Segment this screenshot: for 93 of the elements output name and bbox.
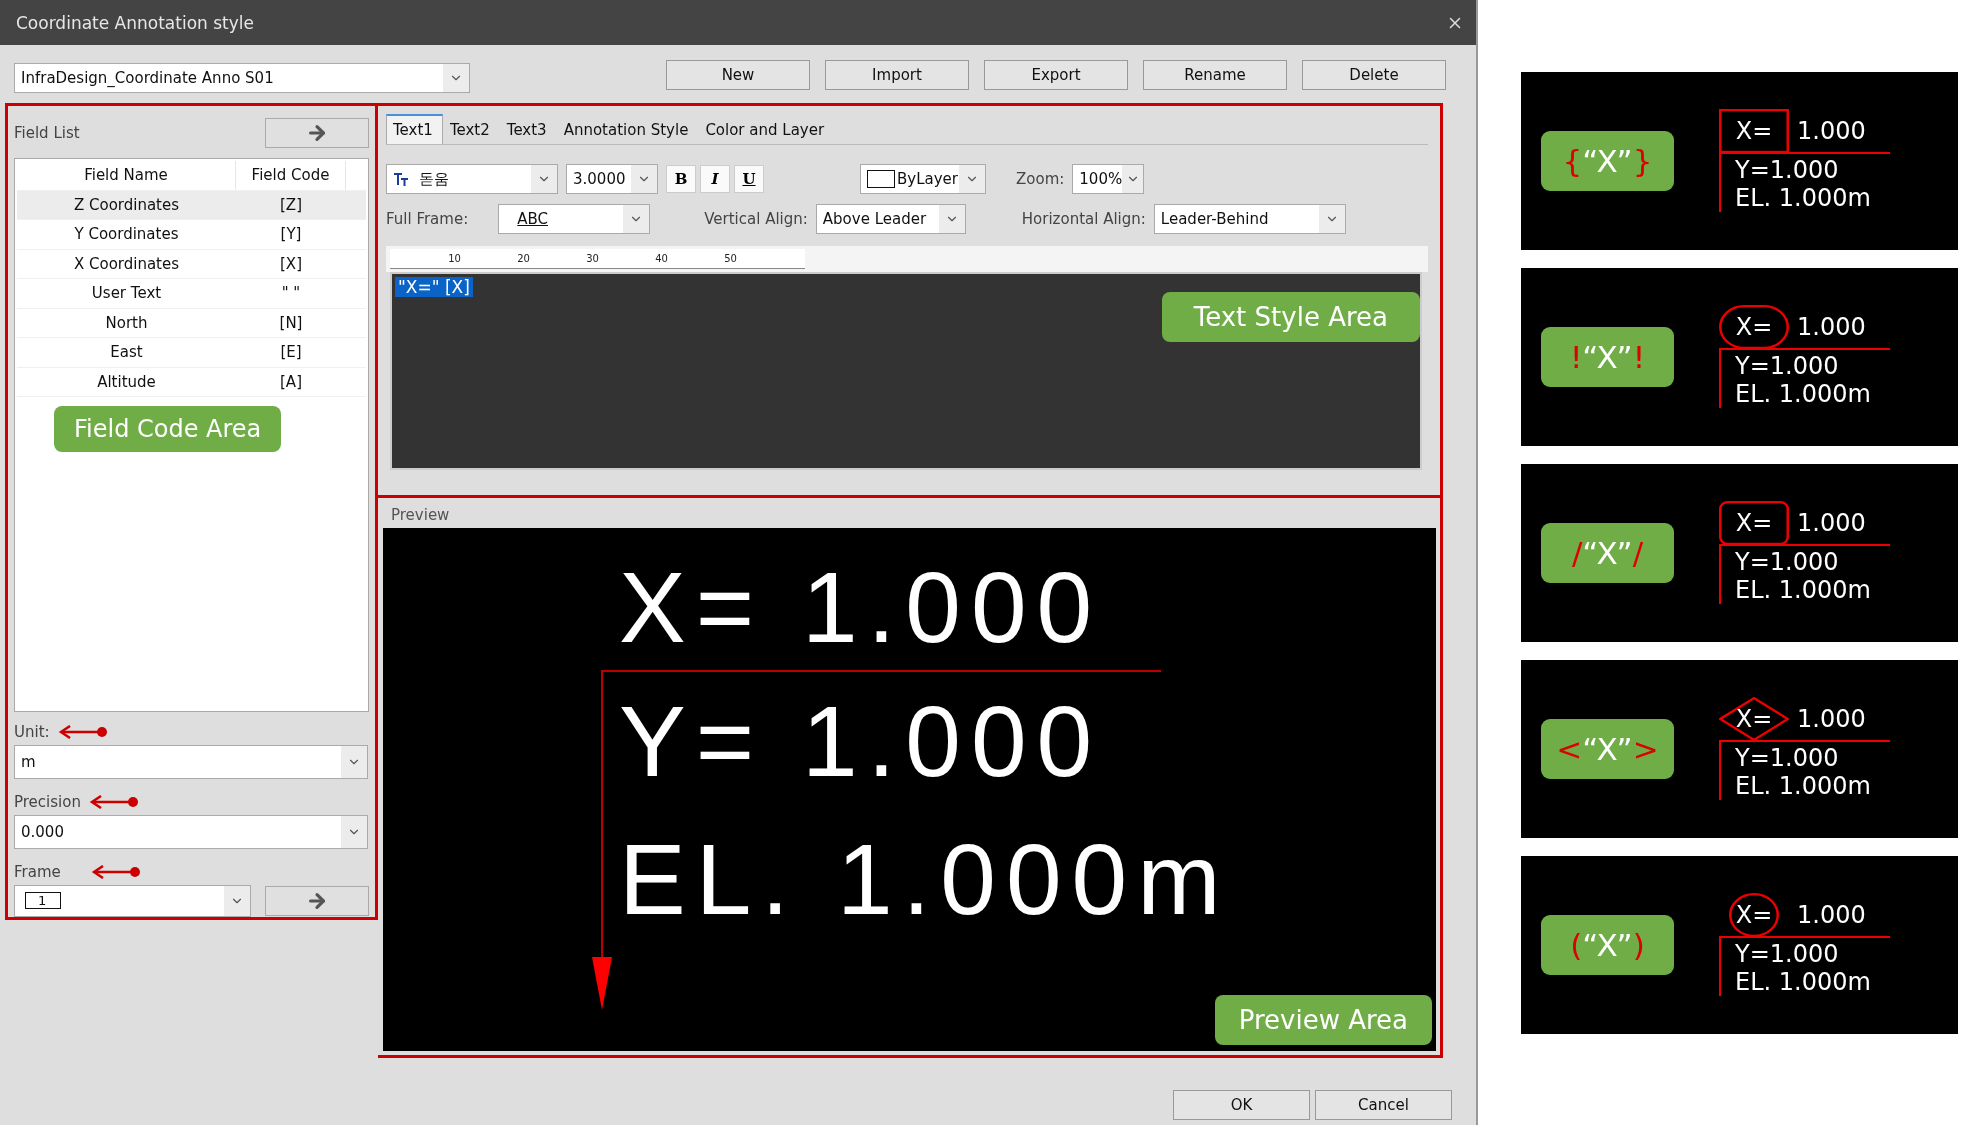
- tab[interactable]: Text2: [442, 115, 500, 144]
- unit-label: Unit:: [14, 723, 50, 742]
- frame-code-label: {“X”}: [1541, 131, 1674, 191]
- frame-dropdown[interactable]: 1: [14, 885, 251, 917]
- preview-text: X= 1.000: [619, 550, 1104, 665]
- frame-label: Frame: [14, 863, 61, 881]
- ruler-tick: 30: [586, 253, 599, 264]
- annotation-text: X=: [1735, 117, 1773, 145]
- font-dropdown[interactable]: 돋움: [386, 164, 558, 194]
- annotation-text: EL. 1.000m: [1735, 184, 1872, 212]
- tab[interactable]: Text1: [386, 114, 443, 144]
- table-cell-text: North: [104, 312, 149, 334]
- zoom-label: Zoom:: [1016, 170, 1065, 188]
- unit-dropdown[interactable]: m: [14, 745, 368, 780]
- annotation-text: X=: [1735, 313, 1773, 341]
- font-name: 돋움: [419, 169, 449, 189]
- annotation-text: Y=1.000: [1735, 940, 1840, 968]
- table-cell-text: User Text: [90, 283, 163, 305]
- table-cell-text: Y Coordinates: [73, 224, 180, 246]
- annotation-text: EL. 1.000m: [1735, 968, 1872, 996]
- style-dropdown[interactable]: InfraDesign_Coordinate Anno S01: [14, 63, 470, 93]
- table-cell-text: [E]: [279, 342, 303, 364]
- color-value: ByLayer: [897, 170, 958, 188]
- table-cell-text: [X]: [279, 253, 303, 275]
- window-title: Coordinate Annotation style: [16, 12, 254, 33]
- dialog-button[interactable]: Cancel: [1315, 1090, 1452, 1120]
- annotation-text: Y=1.000: [1735, 156, 1840, 184]
- annotation-text: X=: [1735, 509, 1773, 537]
- toolbar-button[interactable]: Export: [984, 60, 1128, 90]
- table-row[interactable]: Z Coordinates [Z]: [17, 190, 366, 220]
- selected-text: "X=" [X]: [395, 277, 473, 297]
- annotation-text: X=: [1735, 705, 1773, 733]
- table-cell-text: [N]: [278, 312, 304, 334]
- precision-label: Precision: [14, 793, 81, 812]
- ruler-tick: 10: [448, 253, 461, 264]
- table-cell-text: [Y]: [279, 224, 303, 246]
- text-style-area-callout: Text Style Area: [1161, 292, 1420, 342]
- annotation-text: Y=1.000: [1735, 744, 1840, 772]
- horizontal-align-label: Horizontal Align:: [1021, 210, 1146, 228]
- ruler-tick: 50: [724, 253, 737, 264]
- column-header: Field Code: [236, 161, 346, 190]
- toolbar-button[interactable]: Import: [825, 60, 969, 90]
- field-list-label: Field List: [14, 124, 80, 142]
- dialog-button[interactable]: OK: [1173, 1090, 1310, 1120]
- annotation-text: 1.000: [1797, 117, 1866, 145]
- table-cell-text: [Z]: [279, 194, 303, 216]
- zoom-dropdown[interactable]: 100%: [1072, 164, 1145, 194]
- preview-text: Y= 1.000: [619, 684, 1104, 799]
- preview-area-callout: Preview Area: [1214, 995, 1432, 1045]
- size-dropdown[interactable]: 3.0000: [566, 164, 658, 194]
- annotation-text: X=: [1735, 901, 1773, 929]
- frame-code-label: (“X”): [1541, 915, 1674, 975]
- tab[interactable]: Annotation Style: [556, 115, 699, 144]
- precision-dropdown[interactable]: 0.000: [14, 815, 368, 850]
- annotation-text: EL. 1.000m: [1735, 576, 1872, 604]
- table-cell-text: East: [109, 342, 144, 364]
- vertical-align-label: Vertical Align:: [704, 210, 808, 228]
- annotation-text: Y=1.000: [1735, 548, 1840, 576]
- toolbar-button[interactable]: Rename: [1143, 60, 1287, 90]
- table-cell-text: " ": [280, 283, 302, 305]
- toolbar-button[interactable]: New: [666, 60, 810, 90]
- format-button[interactable]: B: [666, 165, 696, 193]
- ruler-tick: 40: [655, 253, 668, 264]
- horizontal-align-dropdown[interactable]: Leader-Behind: [1153, 204, 1346, 234]
- field-code-area-callout: Field Code Area: [54, 406, 282, 452]
- frame-code-label: /“X”/: [1541, 523, 1674, 583]
- annotation-text: Y=1.000: [1735, 352, 1840, 380]
- tab[interactable]: Color and Layer: [698, 115, 835, 144]
- annotation-text: 1.000: [1797, 509, 1866, 537]
- preview-text: EL. 1.000m: [619, 822, 1231, 937]
- table-cell-text: Z Coordinates: [72, 194, 181, 216]
- annotation-text: 1.000: [1797, 313, 1866, 341]
- table-cell-text: [A]: [279, 371, 303, 393]
- preview-label: Preview: [391, 506, 451, 524]
- annotation-text: 1.000: [1797, 901, 1866, 929]
- toolbar-button[interactable]: Delete: [1302, 60, 1446, 90]
- annotation-text: 1.000: [1797, 705, 1866, 733]
- frame-code-label: !“X”!: [1541, 327, 1674, 387]
- table-cell-text: Altitude: [96, 371, 157, 393]
- full-frame-dropdown[interactable]: ABC: [498, 204, 651, 234]
- tab[interactable]: Text3: [499, 115, 557, 144]
- frame-code-label: <“X”>: [1541, 719, 1674, 779]
- column-header: Field Name: [17, 161, 236, 190]
- color-dropdown[interactable]: ByLayer: [860, 164, 986, 194]
- ruler-tick: 20: [517, 253, 530, 264]
- format-button[interactable]: I: [700, 165, 730, 193]
- frame-value: 1: [25, 892, 62, 910]
- format-button[interactable]: U: [734, 165, 764, 193]
- vertical-align-dropdown[interactable]: Above Leader: [815, 204, 966, 234]
- full-frame-label: Full Frame:: [386, 210, 469, 228]
- annotation-text: EL. 1.000m: [1735, 772, 1872, 800]
- annotation-text: EL. 1.000m: [1735, 380, 1872, 408]
- table-cell-text: X Coordinates: [72, 253, 181, 275]
